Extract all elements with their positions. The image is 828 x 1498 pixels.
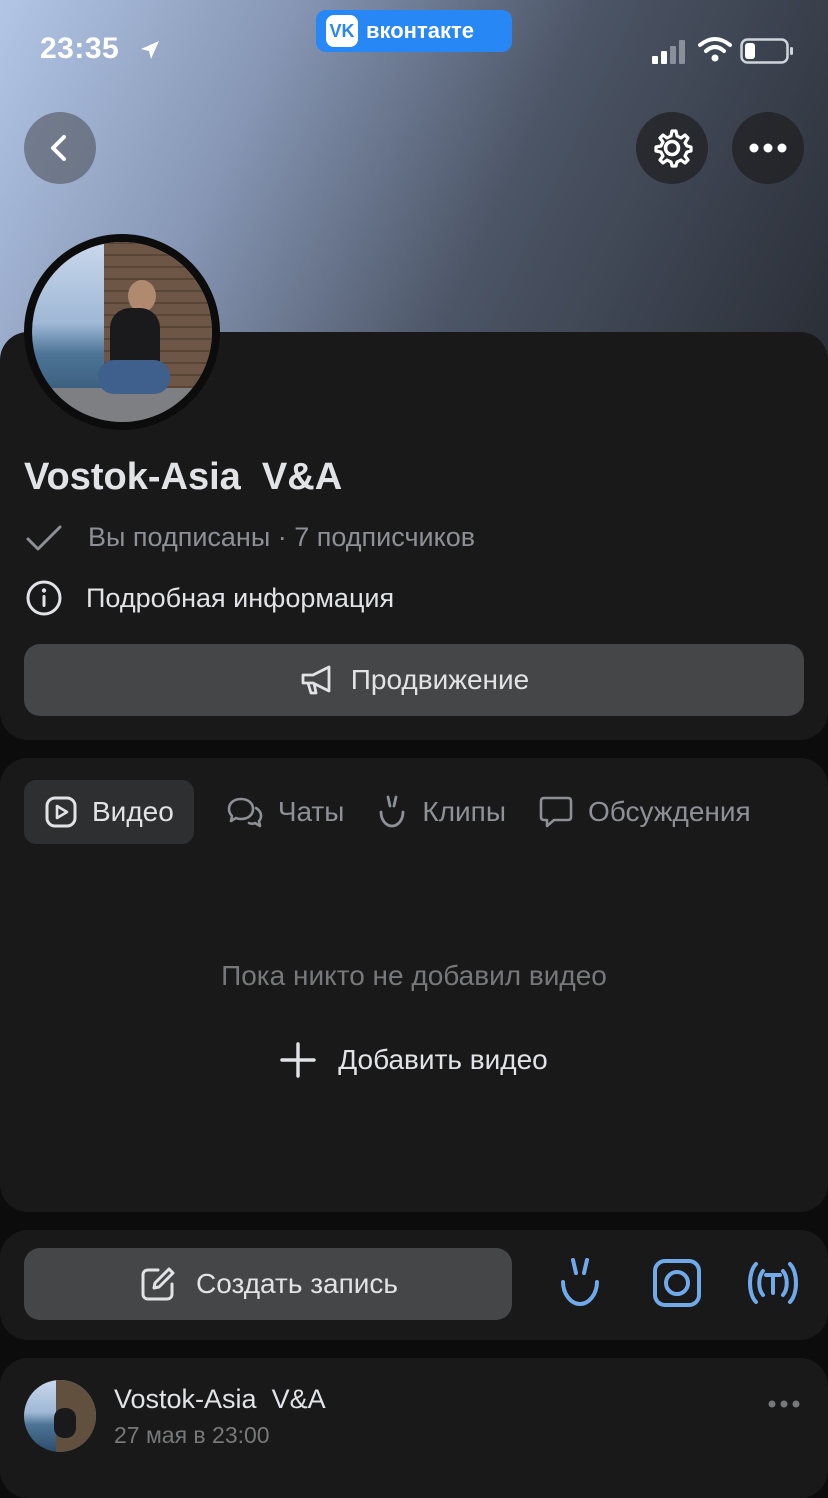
more-options-button[interactable] [732, 112, 804, 184]
camera-icon[interactable] [650, 1256, 704, 1310]
promotion-button[interactable]: Продвижение [24, 644, 804, 716]
tab-chats-label: Чаты [277, 796, 345, 827]
plus-icon [280, 1042, 316, 1078]
profile-avatar-photo [32, 242, 212, 422]
vk-app-pill-label: вконтакте [366, 18, 475, 43]
status-bar: 23:35 VK вконтакте [0, 10, 828, 72]
video-play-icon [45, 796, 77, 828]
settings-button[interactable] [636, 112, 708, 184]
post-author-name[interactable]: Vostok-Asia V&A [114, 1384, 326, 1415]
info-icon [26, 580, 62, 616]
location-arrow-icon [141, 41, 159, 59]
clips-icon[interactable] [556, 1256, 604, 1310]
subscription-status: Вы подписаны · 7 подписчиков [88, 522, 476, 552]
create-post-button[interactable]: Создать запись [24, 1248, 512, 1320]
details-row[interactable]: Подробная информация [24, 578, 394, 618]
empty-videos-message: Пока никто не добавил видео [221, 960, 607, 991]
tab-clips[interactable]: Клипы [376, 780, 506, 844]
profile-avatar[interactable] [24, 234, 220, 430]
chevron-left-icon [51, 135, 66, 161]
chats-icon [227, 797, 263, 828]
tab-video[interactable]: Видео [24, 780, 194, 844]
add-video-button[interactable]: Добавить видео [0, 1042, 828, 1078]
discussion-icon [539, 796, 573, 828]
status-time: 23:35 [40, 32, 120, 65]
post-card: Vostok-Asia V&A 27 мая в 23:00 [0, 1358, 828, 1498]
profile-name: Vostok-Asia V&A [24, 456, 343, 498]
wifi-icon [698, 37, 732, 62]
edit-icon [141, 1267, 175, 1301]
clips-icon [379, 795, 405, 828]
tab-discussions[interactable]: Обсуждения [538, 780, 751, 844]
post-more-icon[interactable] [766, 1398, 802, 1410]
promotion-button-label: Продвижение [350, 664, 530, 695]
megaphone-icon [301, 665, 331, 695]
details-link: Подробная информация [86, 582, 395, 613]
add-video-label: Добавить видео [338, 1044, 548, 1075]
more-horizontal-icon [749, 143, 787, 153]
tab-clips-label: Клипы [422, 796, 506, 827]
back-button[interactable] [24, 112, 96, 184]
content-tabs-card: Видео Чаты Клипы Обсуждения Пока никто н… [0, 758, 828, 1212]
vk-app-pill[interactable]: VK вконтакте [316, 10, 512, 52]
vk-logo-icon: VK [326, 15, 358, 47]
checkmark-icon [26, 525, 62, 550]
post-date: 27 мая в 23:00 [114, 1422, 270, 1448]
subscription-row[interactable]: Вы подписаны · 7 подписчиков [24, 522, 475, 553]
tab-discussions-label: Обсуждения [587, 796, 751, 827]
create-post-label: Создать запись [196, 1268, 398, 1299]
live-stream-icon[interactable] [744, 1256, 802, 1310]
cellular-signal-icon [652, 40, 685, 64]
battery-icon [740, 38, 793, 64]
composer-card: Создать запись [0, 1230, 828, 1340]
post-author-avatar[interactable] [24, 1380, 96, 1452]
tab-chats[interactable]: Чаты [226, 780, 345, 844]
content-tabs: Видео Чаты Клипы Обсуждения [24, 780, 751, 844]
tab-video-label: Видео [92, 796, 174, 827]
gear-icon [654, 129, 693, 168]
